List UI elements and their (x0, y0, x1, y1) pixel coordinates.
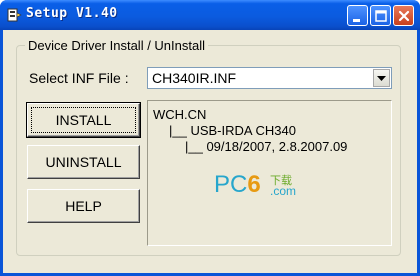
chevron-down-icon (377, 76, 386, 81)
group-legend: Device Driver Install / UnInstall (25, 38, 208, 53)
minimize-button[interactable] (347, 5, 368, 26)
watermark-domain: .com (270, 184, 297, 198)
maximize-button[interactable] (370, 5, 391, 26)
info-line-version: |__ 09/18/2007, 2.8.2007.09 (185, 139, 348, 154)
help-button[interactable]: HELP (27, 189, 140, 223)
info-line-device: |__ USB-IRDA CH340 (169, 123, 296, 138)
maximize-icon (375, 10, 387, 22)
window-title: Setup V1.40 (26, 6, 118, 21)
inf-file-label: Select INF File : (29, 70, 129, 86)
setup-app-icon (7, 8, 22, 22)
close-icon (398, 10, 410, 22)
info-line-vendor: WCH.CN (153, 107, 207, 122)
driver-info-panel: WCH.CN |__ USB-IRDA CH340 |__ 09/18/2007… (147, 100, 392, 246)
inf-file-value: CH340IR.INF (152, 70, 237, 86)
watermark-main: PC6 (214, 171, 261, 198)
pc6-watermark-logo: PC6 下载 .com (214, 171, 324, 201)
minimize-icon (353, 19, 360, 22)
inf-file-select[interactable]: CH340IR.INF (147, 67, 392, 89)
install-button[interactable]: INSTALL (26, 102, 141, 138)
dropdown-button[interactable] (373, 69, 390, 87)
title-bar[interactable]: Setup V1.40 (0, 0, 420, 30)
uninstall-button[interactable]: UNINSTALL (27, 145, 140, 179)
close-button[interactable] (393, 5, 414, 26)
